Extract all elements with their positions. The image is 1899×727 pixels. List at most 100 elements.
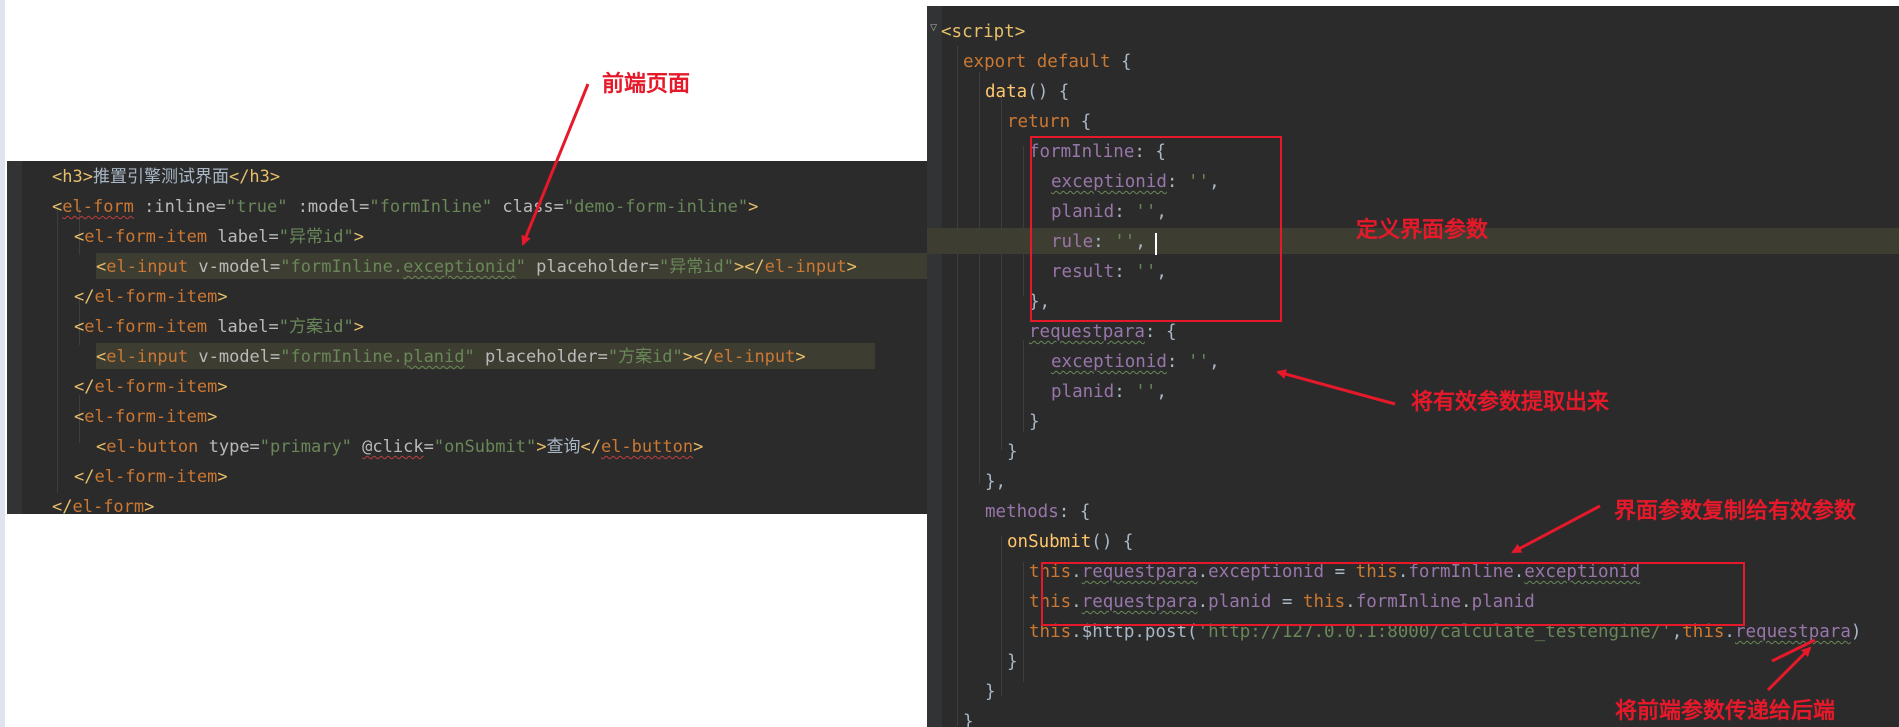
code-line[interactable]: } [1029,410,1040,436]
code-token: </ [74,287,95,307]
code-line[interactable]: export default { [963,50,1132,76]
code-line[interactable]: methods: { [985,500,1090,526]
code-token: "formInline" [369,197,493,217]
code-token: el-form-item [84,317,208,337]
code-token: > [353,317,364,337]
annotation-define-params: 定义界面参数 [1356,218,1489,243]
code-line[interactable]: <el-form :inline="true" :model="formInli… [52,195,758,221]
code-line[interactable]: <el-form-item label="异常id"> [74,225,364,251]
code-line[interactable]: <el-input v-model="formInline.exceptioni… [96,255,857,281]
indent-guide [1001,536,1002,696]
fold-icon[interactable]: ▽ [930,20,937,34]
code-token: "true" [226,197,288,217]
code-token: "方案id" [607,347,683,367]
indent-guide [1023,562,1024,682]
code-token: : [1166,352,1188,372]
code-token: "formInline. [280,347,404,367]
code-line[interactable]: </el-form> [52,495,154,514]
code-token: () { [1091,532,1134,552]
code-line[interactable]: <el-form-item> [74,405,217,431]
code-token: ></ [733,257,765,277]
code-token: '' [1187,352,1210,372]
code-line[interactable]: </el-form-item> [74,465,228,491]
code-token: el-button [106,437,199,457]
code-token: { [1110,52,1132,72]
code-token: el-form-item [84,227,208,247]
code-line[interactable]: data() { [985,80,1069,106]
annotation-extract-params: 将有效参数提取出来 [1411,390,1610,415]
code-token: ) [1850,622,1862,642]
code-token: ></ [682,347,714,367]
code-token: : { [1144,322,1177,342]
code-token: > [217,287,228,307]
code-token: el-input [106,347,189,367]
code-token: "异常id" [659,257,734,277]
code-token: planid [403,347,465,367]
code-token: "异常id" [278,227,354,247]
annotation-send-params: 将前端参数传递给后端 [1615,699,1836,724]
code-line[interactable]: return { [1007,110,1091,136]
code-token: , [1209,352,1220,372]
code-token: } [1029,412,1040,432]
code-token: exceptionid [403,257,516,277]
code-token: placeholder= [474,347,608,367]
code-line[interactable]: <el-input v-model="formInline.planid" pl… [96,345,806,371]
code-token: > [144,497,155,514]
code-token: v-model= [188,347,281,367]
window-edge [0,0,5,727]
code-token: < [96,347,107,367]
code-line[interactable]: <script> [941,20,1025,46]
code-line[interactable]: <el-button type="primary" @click="onSubm… [96,435,703,461]
code-token: > [217,377,228,397]
code-line[interactable]: } [985,680,996,706]
template-code-editor[interactable]: <h3>推置引擎测试界面</h3> <el-form :inline="true"… [7,161,927,514]
code-token: : { [1058,502,1091,522]
code-token: </ [74,377,95,397]
code-token: onSubmit [1007,532,1092,552]
code-token: el-button [600,437,694,457]
copy-params-box [1041,562,1745,626]
code-token: < [74,317,85,337]
code-token: = [423,437,434,457]
code-token: } [963,712,974,727]
code-token: type= [198,437,260,457]
code-line[interactable]: <h3>推置引擎测试界面</h3> [52,165,280,191]
code-token: v-model= [188,257,281,277]
editor-gutter [927,6,942,727]
code-token: label= [207,317,279,337]
code-token: > [217,467,228,487]
code-line[interactable]: </el-form-item> [74,285,228,311]
code-token: :model= [287,197,370,217]
code-token: el-form [72,497,145,514]
code-token: :inline= [133,197,227,217]
code-token: placeholder= [525,257,659,277]
code-line[interactable]: onSubmit() { [1007,530,1133,556]
define-params-box [1030,136,1282,322]
code-token: > [536,437,547,457]
indent-guide [957,46,958,726]
code-token: " [515,257,526,277]
code-line[interactable]: <el-form-item label="方案id"> [74,315,364,341]
code-token: < [96,437,107,457]
code-token: () { [1027,82,1070,102]
code-token: return [1007,112,1071,132]
code-token: 查询 [546,437,581,457]
code-line[interactable]: requestpara: { [1029,320,1177,346]
code-token: @click [362,437,424,457]
code-token: }, [985,472,1007,492]
code-token: requestpara [1029,322,1145,342]
code-token: > [207,407,218,427]
code-line[interactable]: } [963,710,974,727]
code-line[interactable]: } [1007,650,1018,676]
code-line[interactable]: }, [985,470,1006,496]
code-token: > [795,347,806,367]
code-token: </ [580,437,601,457]
code-line[interactable]: </el-form-item> [74,375,228,401]
code-token: el-form-item [94,377,218,397]
code-token: exceptionid [1051,352,1167,372]
code-token: el-input [713,347,796,367]
code-token: "onSubmit" [433,437,537,457]
code-line[interactable]: planid: '', [1051,380,1167,406]
code-line[interactable]: } [1007,440,1018,466]
code-line[interactable]: exceptionid: '', [1051,350,1220,376]
